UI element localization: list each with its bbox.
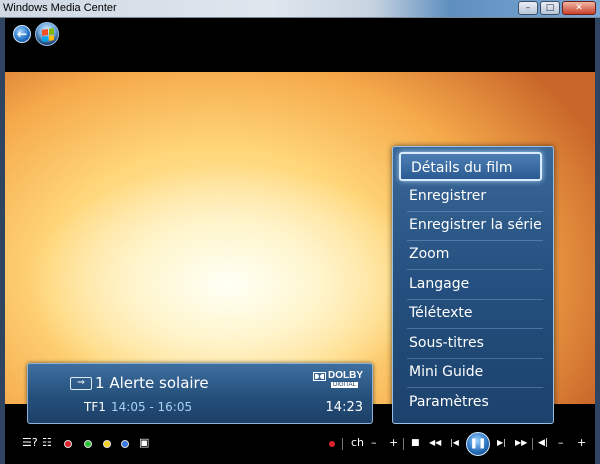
dolby-icon — [313, 372, 326, 381]
context-menu: Détails du film Enregistrer Enregistrer … — [392, 146, 554, 424]
maximize-button[interactable]: □ — [540, 1, 560, 15]
window-frame-right — [595, 18, 600, 464]
close-button[interactable]: ✕ — [562, 1, 596, 15]
windows-logo-icon — [42, 28, 54, 42]
divider — [342, 438, 343, 450]
channel-label: ch — [351, 436, 365, 449]
pause-icon: ❚❚ — [469, 438, 487, 449]
dolby-digital-logo: DOLBY DIGITAL — [313, 370, 363, 392]
recording-icon: ⇒ — [70, 377, 92, 390]
green-button-icon[interactable] — [84, 440, 92, 448]
record-icon[interactable] — [329, 441, 335, 447]
rewind-button[interactable]: ◀◀ — [429, 436, 441, 450]
mute-button[interactable]: ◀| — [538, 436, 548, 450]
divider — [403, 438, 404, 450]
window-titlebar[interactable]: Windows Media Center – □ ✕ — [0, 0, 600, 18]
current-time: 14:23 — [325, 400, 363, 415]
menu-item-zoom[interactable]: Zoom — [393, 240, 553, 269]
menu-item-record-series[interactable]: Enregistrer la série — [393, 211, 553, 240]
red-button-icon[interactable] — [64, 440, 72, 448]
minimize-button[interactable]: – — [518, 1, 538, 15]
menu-item-mini-guide[interactable]: Mini Guide — [393, 358, 553, 387]
menu-item-details[interactable]: Détails du film — [399, 152, 542, 181]
back-arrow-icon: ← — [16, 27, 28, 41]
menu-item-settings[interactable]: Paramètres — [393, 388, 553, 417]
transport-controls: ☰? ☷ ▣ ch – + ■ ◀◀ |◀ ❚❚ ▶| ▶▶ ◀| – + — [0, 432, 600, 456]
window-buttons: – □ ✕ — [518, 1, 596, 15]
program-time-range: 14:05 - 16:05 — [111, 400, 193, 414]
channel-name: TF1 — [84, 400, 106, 414]
list-icon[interactable]: ☷ — [42, 436, 52, 450]
divider — [532, 438, 533, 450]
program-name: Alerte solaire — [109, 374, 209, 392]
volume-down-button[interactable]: – — [558, 436, 564, 450]
start-button[interactable] — [35, 22, 59, 46]
menu-item-teletext[interactable]: Télétexte — [393, 299, 553, 328]
fast-forward-button[interactable]: ▶▶ — [515, 436, 527, 450]
yellow-button-icon[interactable] — [103, 440, 111, 448]
program-number: 1 — [95, 374, 105, 392]
guide-icon[interactable]: ☰? — [22, 436, 38, 450]
stop-button[interactable]: ■ — [411, 436, 420, 450]
top-bar: ← — [5, 18, 595, 72]
menu-item-record[interactable]: Enregistrer — [393, 182, 553, 211]
program-info-panel: ⇒ 1 Alerte solaire TF1 14:05 - 16:05 DOL… — [27, 363, 373, 424]
channel-up-button[interactable]: + — [389, 436, 398, 450]
menu-item-subtitles[interactable]: Sous-titres — [393, 329, 553, 358]
next-button[interactable]: ▶| — [497, 436, 506, 450]
window-title: Windows Media Center — [3, 2, 117, 14]
channel-down-button[interactable]: – — [371, 436, 377, 450]
teletext-icon[interactable]: ▣ — [139, 436, 149, 450]
dolby-sub-label: DIGITAL — [331, 382, 358, 388]
back-button[interactable]: ← — [13, 25, 31, 43]
menu-item-language[interactable]: Langage — [393, 270, 553, 299]
previous-button[interactable]: |◀ — [450, 436, 459, 450]
program-title: 1 Alerte solaire — [95, 374, 209, 392]
pause-button[interactable]: ❚❚ — [466, 432, 490, 456]
dolby-label: DOLBY — [328, 370, 363, 381]
blue-button-icon[interactable] — [121, 440, 129, 448]
volume-up-button[interactable]: + — [577, 436, 586, 450]
